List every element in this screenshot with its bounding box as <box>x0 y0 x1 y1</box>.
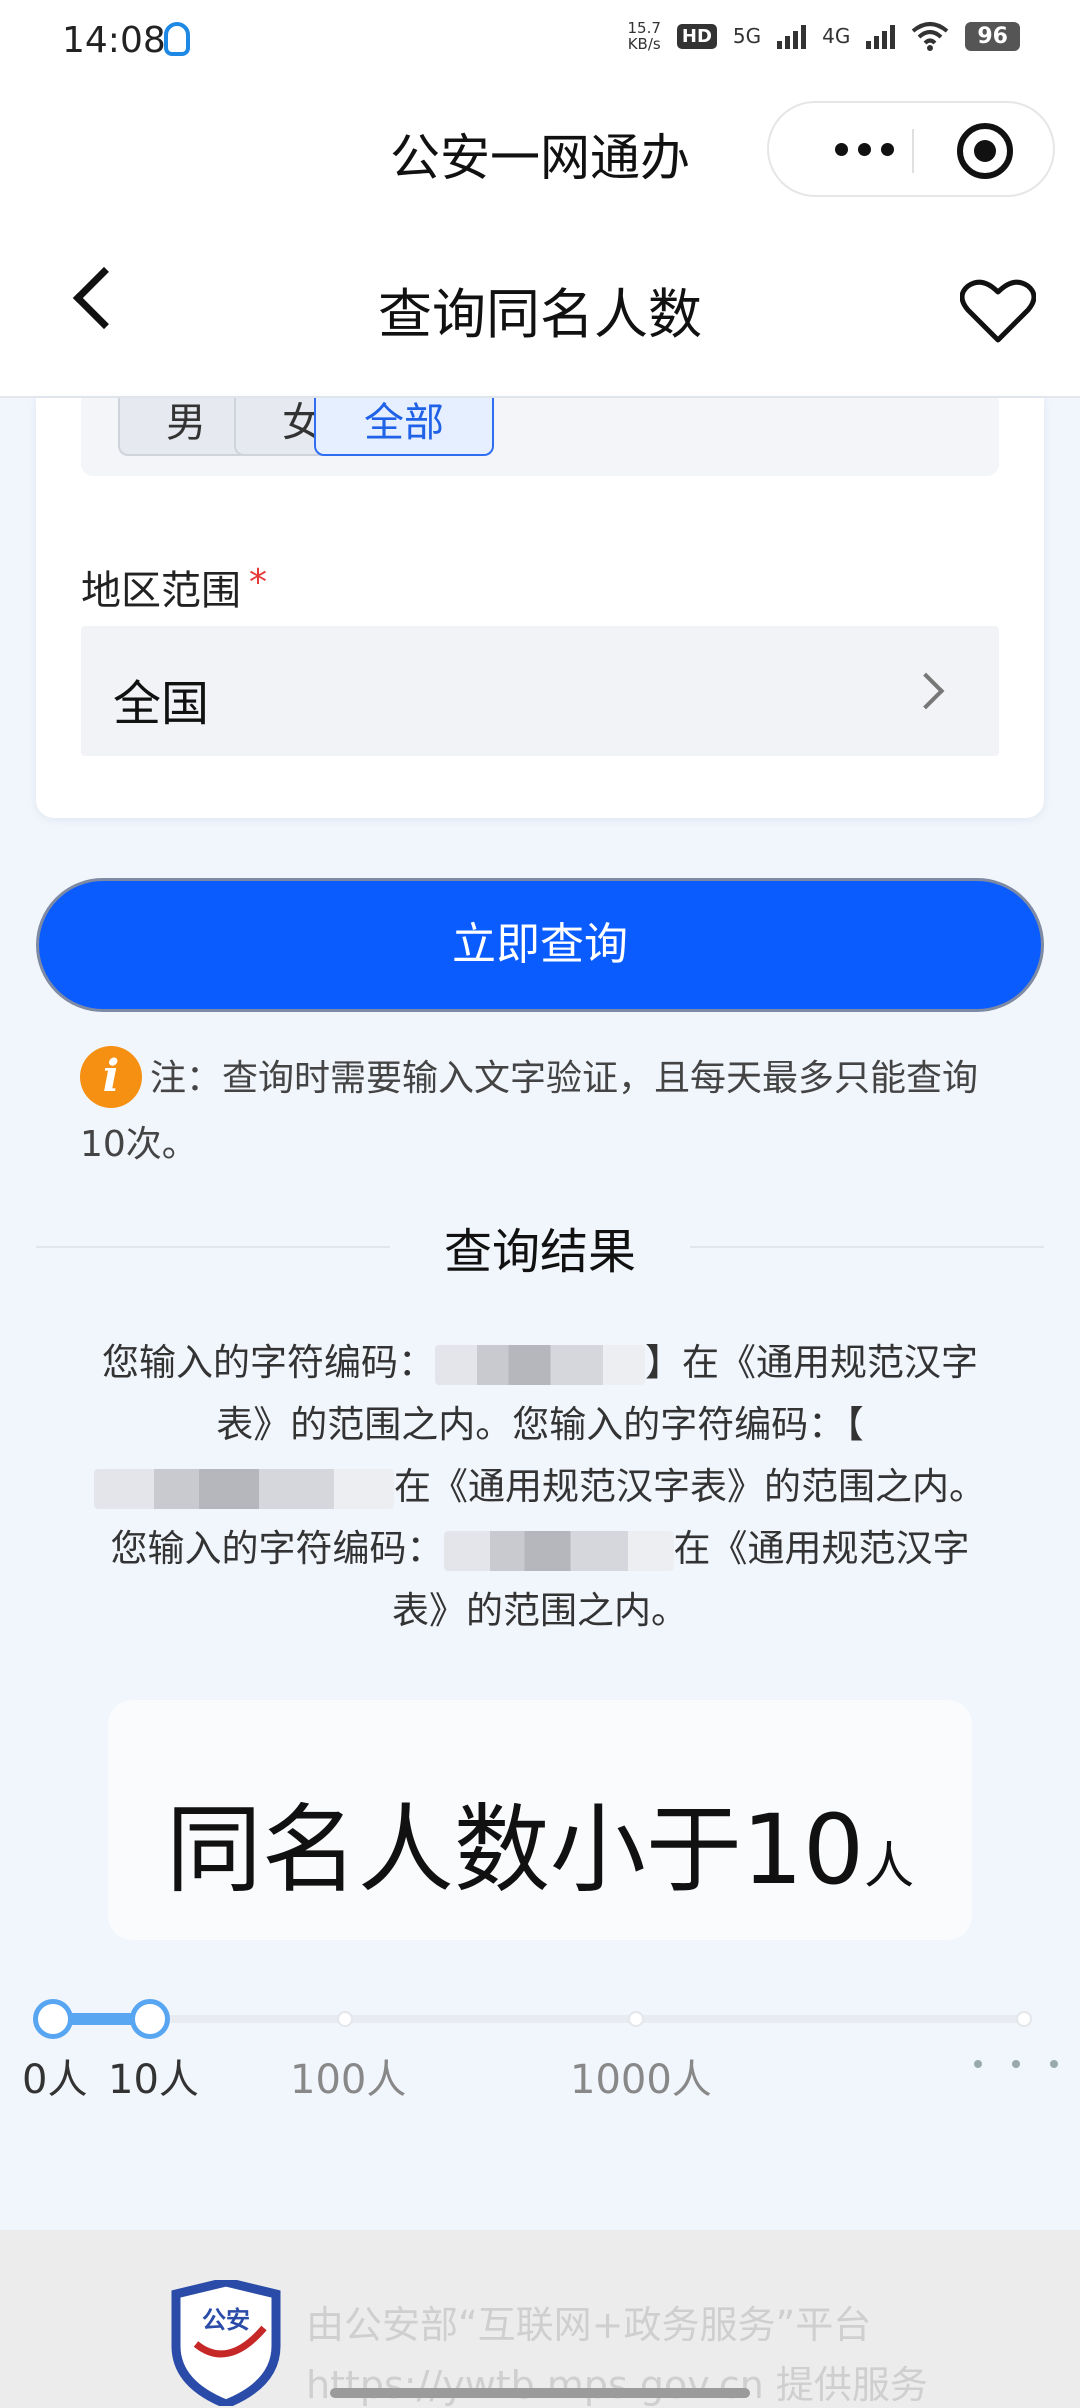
signal-5g-icon <box>777 23 807 49</box>
home-indicator[interactable] <box>330 2388 750 2398</box>
gender-option-all[interactable]: 全部 <box>314 398 494 456</box>
required-mark: * <box>249 562 267 603</box>
mini-program-bar: 公安一网通办 <box>0 80 1080 220</box>
scale-node-100 <box>337 2011 353 2027</box>
capsule-divider <box>912 129 914 173</box>
favorite-heart-icon[interactable] <box>960 278 1036 344</box>
result-description: 您输入的字符编码： 】在《通用规范汉字表》的范围之内。您输入的字符编码：【在《通用… <box>86 1332 994 1642</box>
redacted-code-3 <box>443 1530 674 1571</box>
query-form-card: 男 女 全部 地区范围 * 全国 <box>36 398 1044 818</box>
status-time: 14:08 <box>62 20 166 61</box>
result-title: 查询结果 <box>390 1212 690 1282</box>
scale-more-icon <box>974 2060 1058 2068</box>
wifi-icon <box>912 22 949 51</box>
footer: 公安 由公安部“互联网+政务服务”平台 https://ywtb.mps.gov… <box>0 2230 1080 2408</box>
police-shield-logo: 公安 <box>171 2280 281 2406</box>
count-result: 同名人数小于10人 <box>165 1794 915 1906</box>
qq-notification-icon <box>164 22 190 56</box>
query-note: 注：查询时需要输入文字验证，且每天最多只能查询10次。 <box>80 1058 979 1165</box>
status-bar: 14:08 15.7 KB/s HD 5G 4G 96 <box>0 0 1080 80</box>
scale-tick-0: 0人 <box>22 2057 88 2103</box>
scale-tick-100: 100人 <box>290 2057 407 2103</box>
status-icons: 15.7 KB/s HD 5G 4G 96 <box>627 20 1020 52</box>
scale-node-10 <box>130 1999 170 2039</box>
net-4g-label: 4G <box>822 24 851 48</box>
redacted-code-2 <box>94 1468 394 1509</box>
query-button[interactable]: 立即查询 <box>36 878 1044 1012</box>
region-select[interactable]: 全国 <box>81 626 999 756</box>
scale-node-0 <box>33 1999 73 2039</box>
battery-icon: 96 <box>965 21 1020 51</box>
redacted-code-1 <box>435 1344 645 1385</box>
region-value: 全国 <box>113 676 210 732</box>
hd-voice-icon: HD <box>676 23 717 49</box>
scale-node-end <box>1016 2011 1032 2027</box>
scale-tick-1000: 1000人 <box>570 2057 712 2103</box>
svg-text:公安: 公安 <box>202 2306 250 2334</box>
page-header: 查询同名人数 <box>0 220 1080 398</box>
footer-provider-text: 由公安部“互联网+政务服务”平台 <box>306 2303 872 2347</box>
count-result-box: 同名人数小于10人 <box>108 1700 972 1940</box>
scale-track <box>52 2015 1027 2023</box>
chevron-right-icon <box>907 672 945 710</box>
close-mini-program-icon[interactable] <box>957 123 1013 179</box>
scale-tick-10: 10人 <box>108 2057 199 2103</box>
net-5g-label: 5G <box>732 24 762 48</box>
region-label: 地区范围 * <box>81 562 267 614</box>
more-options-icon[interactable] <box>804 121 924 177</box>
footer-url-text: https://ywtb.mps.gov.cn 提供服务 <box>306 2363 928 2407</box>
scale-node-1000 <box>628 2011 644 2027</box>
signal-4g-icon <box>866 23 896 49</box>
capsule-menu <box>767 101 1055 197</box>
info-icon: i <box>80 1046 142 1108</box>
page-title: 查询同名人数 <box>378 283 702 346</box>
network-speed: 15.7 KB/s <box>627 19 661 53</box>
